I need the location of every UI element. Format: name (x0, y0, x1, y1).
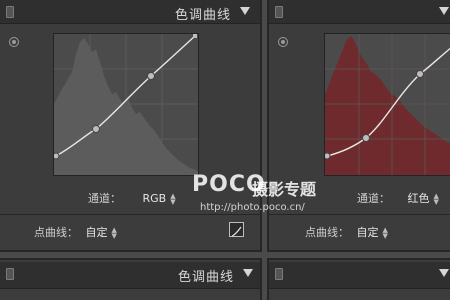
panel-grip-icon[interactable] (6, 268, 14, 280)
tone-curve-panel-4 (267, 258, 450, 300)
curve-point (325, 152, 331, 160)
channel-row: 通道： 红色 ▲ ▼ (357, 190, 439, 206)
updown-arrows-icon: ▲ ▼ (433, 192, 439, 206)
point-curve-value: 自定 (85, 226, 108, 239)
curve-point (92, 125, 100, 133)
curve-edit-icon (231, 226, 242, 237)
point-curve-select[interactable]: 自定 ▲ ▼ (356, 226, 388, 240)
updown-arrows-icon: ▲ ▼ (111, 226, 117, 240)
targeted-adjustment-icon[interactable] (278, 37, 288, 47)
panel-grip-icon[interactable] (275, 268, 283, 280)
curve-endpoint (193, 34, 197, 38)
point-curve-value: 自定 (356, 226, 379, 239)
channel-value: 红色 (407, 192, 430, 205)
point-curve-label: 点曲线： (34, 226, 78, 239)
panel-grip-icon[interactable] (6, 6, 14, 18)
tone-curve-panel-3: 色调曲线 (0, 258, 262, 300)
targeted-adjustment-icon[interactable] (9, 37, 19, 47)
curve-graph-svg (54, 34, 198, 175)
channel-value: RGB (142, 192, 167, 205)
panel-title: 色调曲线 (175, 8, 232, 23)
panel-title: 色调曲线 (178, 270, 235, 285)
red-histogram (325, 36, 450, 175)
curve-point (362, 134, 370, 142)
point-curve-select[interactable]: 自定 ▲ ▼ (85, 226, 117, 240)
curve-graph[interactable] (324, 33, 450, 176)
channel-select[interactable]: 红色 ▲ ▼ (407, 192, 439, 206)
watermark-subtitle: 摄影专题 (252, 180, 317, 199)
channel-label: 通道： (88, 192, 121, 205)
panel-header[interactable] (269, 262, 450, 289)
updown-arrows-icon: ▲ ▼ (170, 192, 176, 206)
point-curve-row: 点曲线： 自定 ▲ ▼ (34, 224, 117, 240)
collapse-triangle-icon[interactable] (439, 7, 449, 15)
panel-header[interactable] (269, 0, 450, 24)
watermark-url: http://photo.poco.cn/ (200, 202, 305, 213)
curve-point (54, 152, 60, 160)
panel-grip-icon[interactable] (275, 6, 283, 18)
poco-watermark: POCO 摄影专题 http://photo.poco.cn/ (192, 172, 342, 222)
point-curve-label: 点曲线： (305, 226, 349, 239)
edit-point-curve-button[interactable] (229, 222, 244, 237)
curve-point (147, 72, 155, 80)
channel-select[interactable]: RGB ▲ ▼ (142, 192, 176, 206)
panel-header[interactable]: 色调曲线 (0, 262, 260, 289)
channel-label: 通道： (357, 192, 390, 205)
collapse-triangle-icon[interactable] (243, 269, 253, 277)
curve-point (416, 70, 424, 78)
updown-arrows-icon: ▲ ▼ (382, 226, 388, 240)
channel-row: 通道： RGB ▲ ▼ (88, 190, 176, 206)
point-curve-row: 点曲线： 自定 ▲ ▼ (305, 224, 388, 240)
panel-header[interactable]: 色调曲线 (0, 0, 260, 24)
curve-graph-svg (325, 34, 450, 175)
collapse-triangle-icon[interactable] (240, 7, 250, 15)
curve-graph[interactable] (53, 33, 199, 176)
collapse-triangle-icon[interactable] (439, 269, 449, 277)
